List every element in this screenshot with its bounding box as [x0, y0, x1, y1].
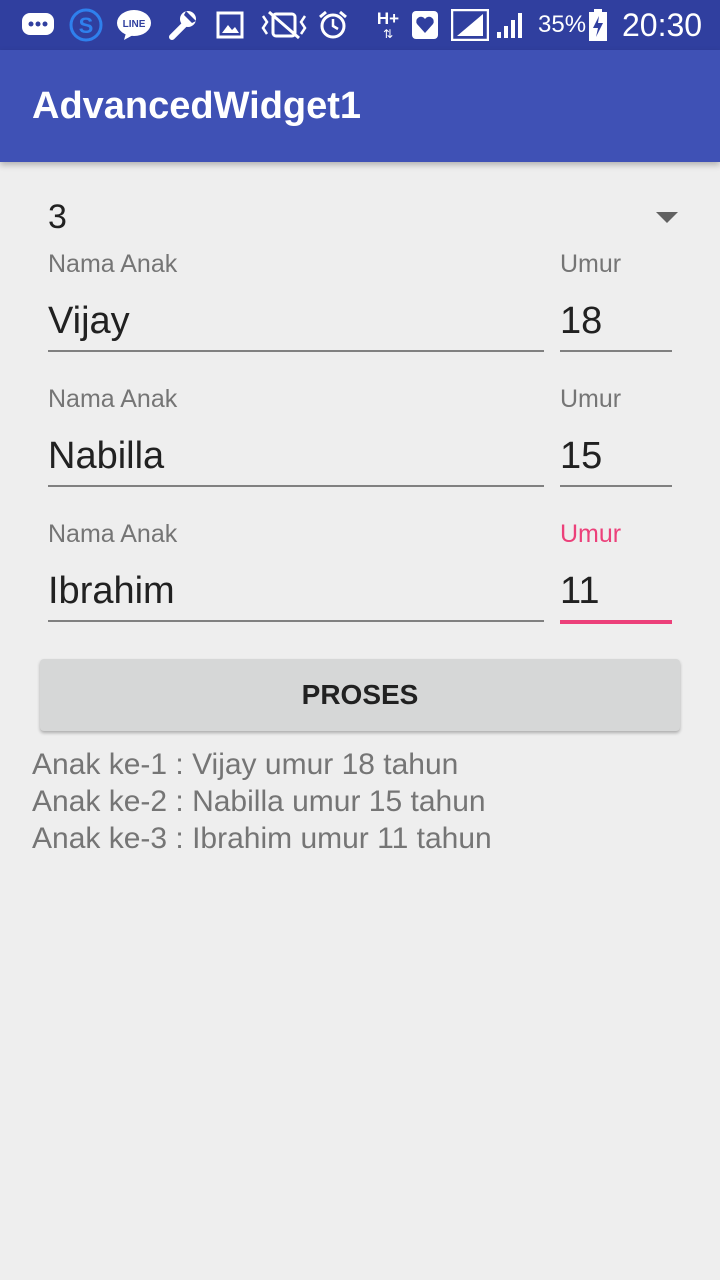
result-line-2: Anak ke-2 : Nabilla umur 15 tahun: [32, 785, 486, 818]
heart-app-icon: [410, 8, 440, 42]
s-app-icon: S: [68, 8, 104, 42]
child-name-input[interactable]: Ibrahim: [48, 570, 175, 613]
children-count-spinner[interactable]: 3: [48, 190, 680, 246]
result-line-3: Anak ke-3 : Ibrahim umur 11 tahun: [32, 822, 492, 855]
child-name-label: Nama Anak: [48, 250, 178, 278]
battery-percent: 35%: [538, 11, 587, 38]
child-name-label: Nama Anak: [48, 520, 178, 548]
input-underline: [48, 485, 544, 487]
wifi-signal-icon: [450, 8, 490, 42]
child-age-field-1[interactable]: Umur 18: [560, 248, 672, 354]
proses-button[interactable]: PROSES: [40, 659, 680, 731]
input-underline: [560, 485, 672, 487]
child-age-label: Umur: [560, 520, 622, 548]
cell-signal-icon: [494, 8, 528, 42]
input-underline: [48, 350, 544, 352]
line-app-icon: LINE: [116, 8, 152, 42]
input-underline-focused: [560, 620, 672, 624]
vibrate-mute-icon: [258, 8, 310, 42]
clock: 20:30: [622, 7, 703, 43]
svg-text:S: S: [79, 13, 94, 38]
wrench-icon: [164, 8, 200, 42]
spinner-selected-value: 3: [48, 198, 67, 236]
child-name-field-1[interactable]: Nama Anak Vijay: [48, 248, 544, 354]
dropdown-arrow-icon: [656, 212, 678, 223]
input-underline: [560, 350, 672, 352]
svg-text:LINE: LINE: [123, 19, 146, 30]
child-age-label: Umur: [560, 250, 622, 278]
child-name-input[interactable]: Vijay: [48, 300, 130, 343]
battery-charging-icon: [586, 8, 610, 42]
child-age-input[interactable]: 18: [560, 300, 602, 343]
child-name-label: Nama Anak: [48, 385, 178, 413]
child-name-field-2[interactable]: Nama Anak Nabilla: [48, 383, 544, 489]
child-age-label: Umur: [560, 385, 622, 413]
child-name-input[interactable]: Nabilla: [48, 435, 164, 478]
result-line-1: Anak ke-1 : Vijay umur 18 tahun: [32, 748, 459, 781]
input-underline: [48, 620, 544, 622]
child-name-field-3[interactable]: Nama Anak Ibrahim: [48, 518, 544, 626]
result-text: Anak ke-1 : Vijay umur 18 tahun Anak ke-…: [32, 746, 492, 857]
child-age-input[interactable]: 11: [560, 570, 599, 613]
app-bar: AdvancedWidget1: [0, 50, 720, 162]
page-title: AdvancedWidget1: [32, 85, 362, 127]
child-age-field-3[interactable]: Umur 11: [560, 518, 672, 626]
image-icon: [214, 8, 246, 42]
status-bar: S LINE H+ ⇅ 35% 20:30: [0, 0, 720, 50]
alarm-icon: [316, 8, 350, 42]
hplus-data-icon: H+ ⇅: [376, 9, 400, 41]
chat-bubble-icon: [20, 8, 56, 42]
child-age-input[interactable]: 15: [560, 435, 602, 478]
child-age-field-2[interactable]: Umur 15: [560, 383, 672, 489]
